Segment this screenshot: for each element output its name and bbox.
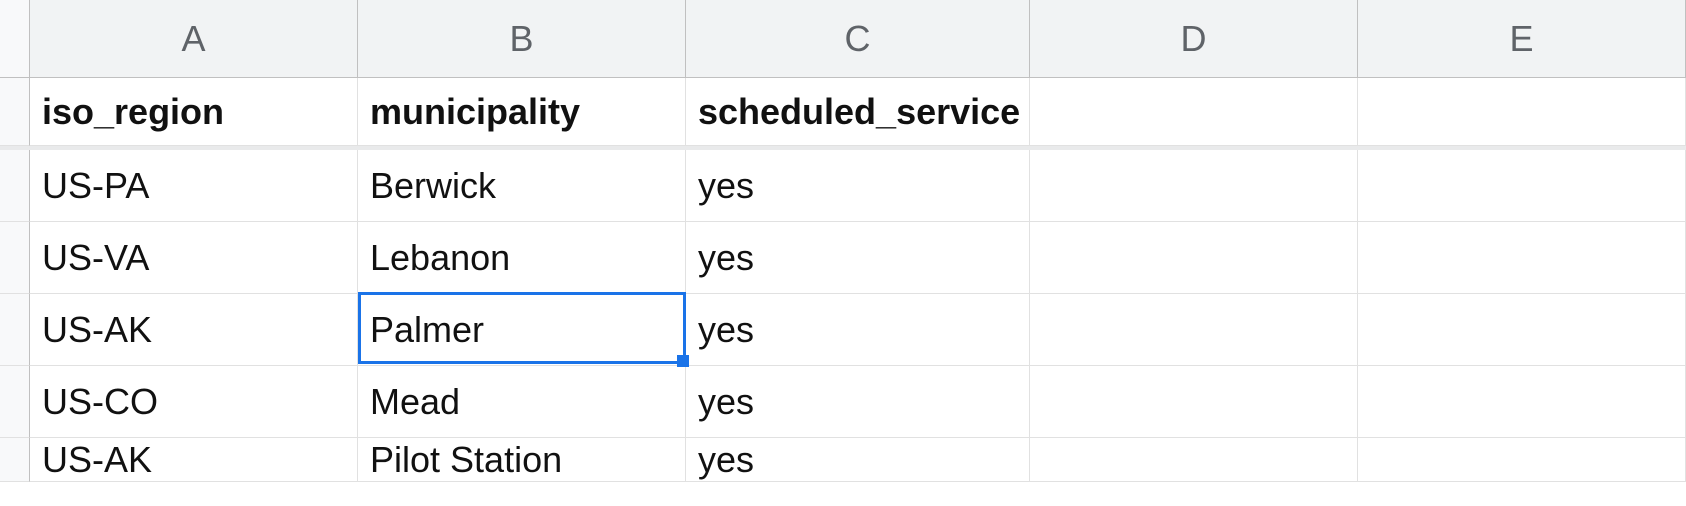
cell[interactable] — [1358, 438, 1686, 482]
corner-box[interactable] — [0, 0, 30, 77]
cell[interactable]: yes — [686, 366, 1030, 438]
cell[interactable] — [1358, 150, 1686, 222]
row-number[interactable] — [0, 438, 30, 482]
table-row: US-AK Pilot Station yes — [0, 438, 1686, 482]
cell[interactable]: yes — [686, 150, 1030, 222]
spreadsheet: A B C D E iso_region municipality schedu… — [0, 0, 1686, 482]
header-cell-A[interactable]: iso_region — [30, 78, 358, 146]
cell[interactable] — [1030, 222, 1358, 294]
header-cell-B[interactable]: municipality — [358, 78, 686, 146]
cell[interactable] — [1030, 294, 1358, 366]
col-header-E[interactable]: E — [1358, 0, 1686, 77]
cell[interactable]: US-VA — [30, 222, 358, 294]
cell[interactable]: Berwick — [358, 150, 686, 222]
cell[interactable]: Lebanon — [358, 222, 686, 294]
table-row: US-CO Mead yes — [0, 366, 1686, 438]
row-number[interactable] — [0, 150, 30, 222]
header-cell-D[interactable] — [1030, 78, 1358, 146]
cell[interactable]: US-AK — [30, 294, 358, 366]
table-row: US-PA Berwick yes — [0, 150, 1686, 222]
cell[interactable]: Pilot Station — [358, 438, 686, 482]
row-number[interactable] — [0, 78, 30, 146]
cell-selected[interactable]: Palmer — [358, 294, 686, 366]
column-header-row: A B C D E — [0, 0, 1686, 78]
header-cell-C[interactable]: scheduled_service — [686, 78, 1030, 146]
cell[interactable]: yes — [686, 222, 1030, 294]
cell[interactable] — [1030, 366, 1358, 438]
row-number[interactable] — [0, 222, 30, 294]
cell[interactable]: yes — [686, 294, 1030, 366]
col-header-C[interactable]: C — [686, 0, 1030, 77]
cell[interactable] — [1030, 150, 1358, 222]
cell[interactable]: US-CO — [30, 366, 358, 438]
row-number[interactable] — [0, 366, 30, 438]
header-cell-E[interactable] — [1358, 78, 1686, 146]
row-number[interactable] — [0, 294, 30, 366]
cell[interactable]: US-AK — [30, 438, 358, 482]
table-row: US-VA Lebanon yes — [0, 222, 1686, 294]
cell[interactable]: Mead — [358, 366, 686, 438]
table-row: US-AK Palmer yes — [0, 294, 1686, 366]
col-header-A[interactable]: A — [30, 0, 358, 77]
col-header-D[interactable]: D — [1030, 0, 1358, 77]
col-header-B[interactable]: B — [358, 0, 686, 77]
cell[interactable]: US-PA — [30, 150, 358, 222]
header-row: iso_region municipality scheduled_servic… — [0, 78, 1686, 150]
cell[interactable] — [1358, 222, 1686, 294]
cell[interactable] — [1030, 438, 1358, 482]
cell[interactable] — [1358, 294, 1686, 366]
cell[interactable] — [1358, 366, 1686, 438]
cell[interactable]: yes — [686, 438, 1030, 482]
